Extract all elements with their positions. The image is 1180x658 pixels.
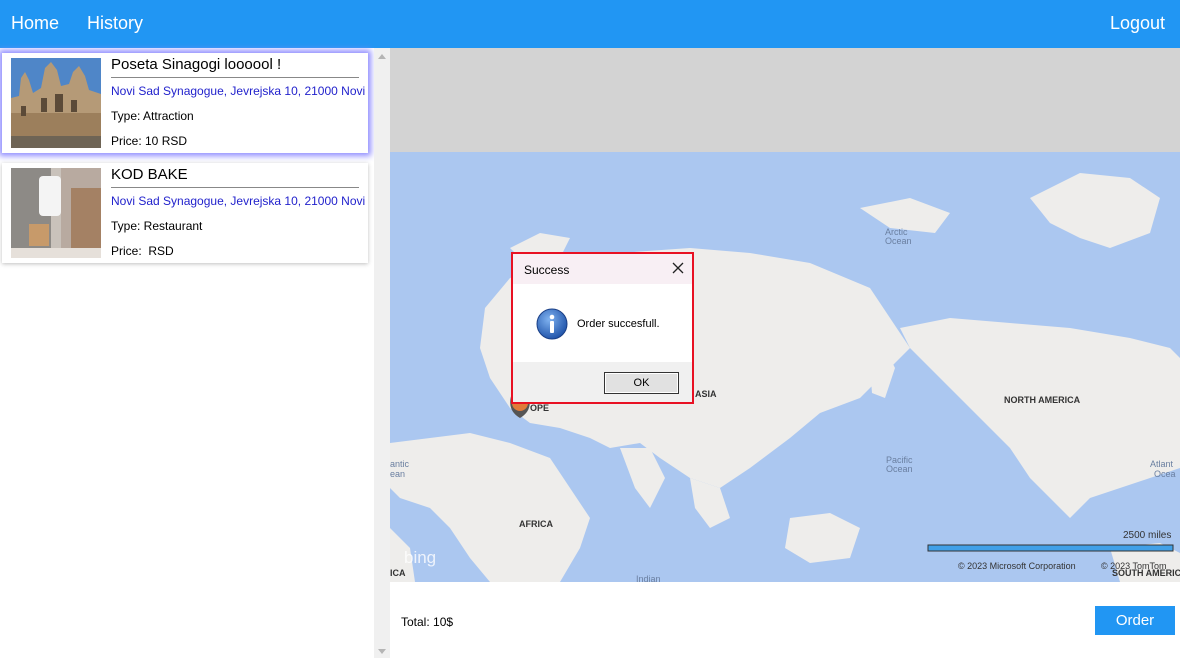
map-scale-bar	[927, 544, 1174, 552]
bing-logo: bing	[404, 548, 436, 567]
map-label-arctic-ocean-2: Ocean	[885, 236, 912, 246]
map-scale-label: 2500 miles	[1123, 530, 1171, 541]
item-title: KOD BAKE	[111, 166, 188, 183]
ok-button[interactable]: OK	[604, 372, 679, 394]
map-copyright-tomtom: © 2023 TomTom	[1101, 561, 1167, 571]
nav-history-link[interactable]: History	[87, 13, 143, 34]
map-label-south-america-left: ICA	[390, 568, 406, 578]
total-label: Total: 10$	[401, 615, 454, 629]
list-scrollbar[interactable]	[374, 48, 390, 658]
item-price: Price: 10 RSD	[111, 134, 188, 148]
dialog-message: Order succesfull.	[577, 318, 660, 330]
order-button[interactable]: Order	[1095, 606, 1175, 635]
synagogue-thumbnail	[11, 58, 101, 148]
map-label-asia: ASIA	[695, 389, 717, 399]
map-label-atlantic-left-2: ean	[390, 469, 405, 479]
world-map[interactable]: Arctic Ocean Pacific Ocean antic ean Atl…	[390, 48, 1180, 582]
title-divider	[111, 77, 359, 78]
dialog-title: Success	[524, 263, 570, 277]
map-copyright-microsoft: © 2023 Microsoft Corporation	[958, 561, 1076, 571]
list-item[interactable]: KOD BAKE Novi Sad Synagogue, Jevrejska 1…	[2, 163, 369, 263]
map-label-indian: Indian	[636, 574, 661, 582]
item-address-link[interactable]: Novi Sad Synagogue, Jevrejska 10, 21000 …	[111, 84, 369, 98]
top-nav-bar: Home History Logout	[0, 0, 1180, 48]
close-icon[interactable]	[670, 260, 686, 276]
map-label-north-america: NORTH AMERICA	[1004, 395, 1081, 405]
map-label-atlantic-left-1: antic	[390, 459, 410, 469]
item-address-link[interactable]: Novi Sad Synagogue, Jevrejska 10, 21000 …	[111, 194, 369, 208]
nav-home-link[interactable]: Home	[11, 13, 59, 34]
map-label-africa: AFRICA	[519, 519, 553, 529]
nav-logout-link[interactable]: Logout	[1110, 13, 1165, 34]
restaurant-thumbnail	[11, 168, 101, 258]
scroll-down-arrow-icon[interactable]	[378, 649, 386, 654]
item-title: Poseta Sinagogi loooool !	[111, 56, 282, 73]
map-label-atlantic-right-1: Atlant	[1150, 459, 1174, 469]
item-price: Price: RSD	[111, 244, 174, 258]
order-footer: Total: 10$ Order	[390, 582, 1180, 658]
success-dialog: Success Order succesfull. OK	[511, 252, 694, 404]
cart-item-list: Poseta Sinagogi loooool ! Novi Sad Synag…	[0, 48, 374, 658]
map-label-pacific-ocean-2: Ocean	[886, 464, 913, 474]
item-type: Type: Restaurant	[111, 219, 203, 233]
item-type: Type: Attraction	[111, 109, 194, 123]
scroll-up-arrow-icon[interactable]	[378, 54, 386, 59]
map-view[interactable]: Arctic Ocean Pacific Ocean antic ean Atl…	[390, 48, 1180, 582]
title-divider	[111, 187, 359, 188]
dialog-titlebar[interactable]: Success	[513, 254, 692, 284]
map-label-europe: OPE	[530, 403, 549, 413]
map-label-atlantic-right-2: Ocea	[1154, 469, 1176, 479]
dialog-body: Order succesfull.	[513, 284, 692, 362]
info-icon	[536, 308, 568, 340]
list-item[interactable]: Poseta Sinagogi loooool ! Novi Sad Synag…	[2, 53, 369, 153]
